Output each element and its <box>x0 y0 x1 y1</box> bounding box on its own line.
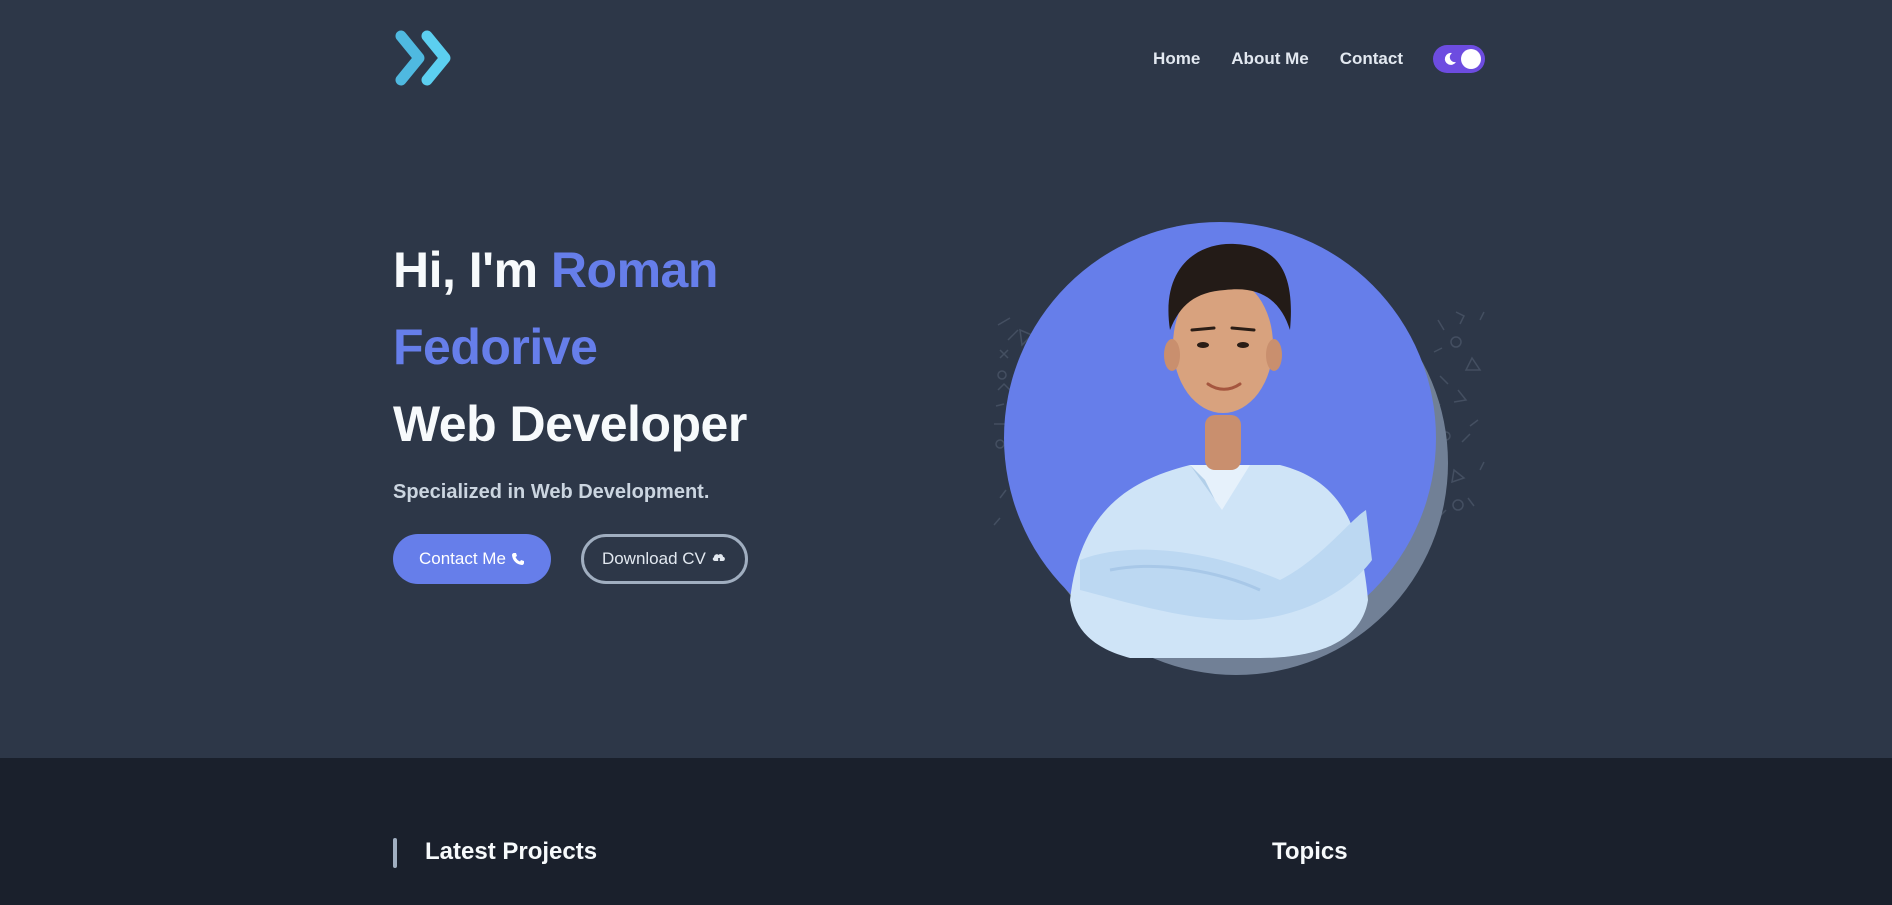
page: Home About Me Contact Hi, I'm Roman Fedo… <box>0 0 1892 905</box>
hero-subtitle: Specialized in Web Development. <box>393 481 710 503</box>
contact-me-label: Contact Me <box>419 549 506 568</box>
download-cv-button[interactable]: Download CV <box>580 534 748 584</box>
hero-greeting: Hi, I'm <box>393 242 551 298</box>
content-section: Latest Projects Topics <box>0 758 1892 905</box>
cloud-download-icon <box>711 551 727 567</box>
latest-projects-heading: Latest Projects <box>425 838 598 865</box>
toggle-knob <box>1461 49 1481 69</box>
nav-item-home[interactable]: Home <box>1153 49 1200 69</box>
header: Home About Me Contact <box>393 28 1485 88</box>
hero-heading: Hi, I'm Roman Fedorive <box>393 232 953 386</box>
contact-me-button[interactable]: Contact Me <box>393 534 551 584</box>
hero-buttons: Contact Me Download CV <box>393 534 953 584</box>
hero-name-last: Fedorive <box>393 319 598 375</box>
download-cv-label: Download CV <box>601 549 706 568</box>
hero-intro: Hi, I'm Roman Fedorive Web Developer Spe… <box>393 232 953 584</box>
hero-role: Web Developer <box>393 396 747 452</box>
theme-toggle[interactable] <box>1433 45 1485 73</box>
section-accent-bar <box>393 838 397 868</box>
moon-icon <box>1442 51 1458 67</box>
topics-heading: Topics <box>1272 838 1348 865</box>
nav-item-contact[interactable]: Contact <box>1340 49 1403 69</box>
hero-portrait <box>960 180 1500 700</box>
nav-item-about-me[interactable]: About Me <box>1231 49 1308 69</box>
main-nav: Home About Me Contact <box>1153 45 1485 73</box>
phone-icon <box>511 552 525 566</box>
logo-chevrons-icon[interactable] <box>393 28 461 88</box>
hero-name-first: Roman <box>550 242 718 298</box>
